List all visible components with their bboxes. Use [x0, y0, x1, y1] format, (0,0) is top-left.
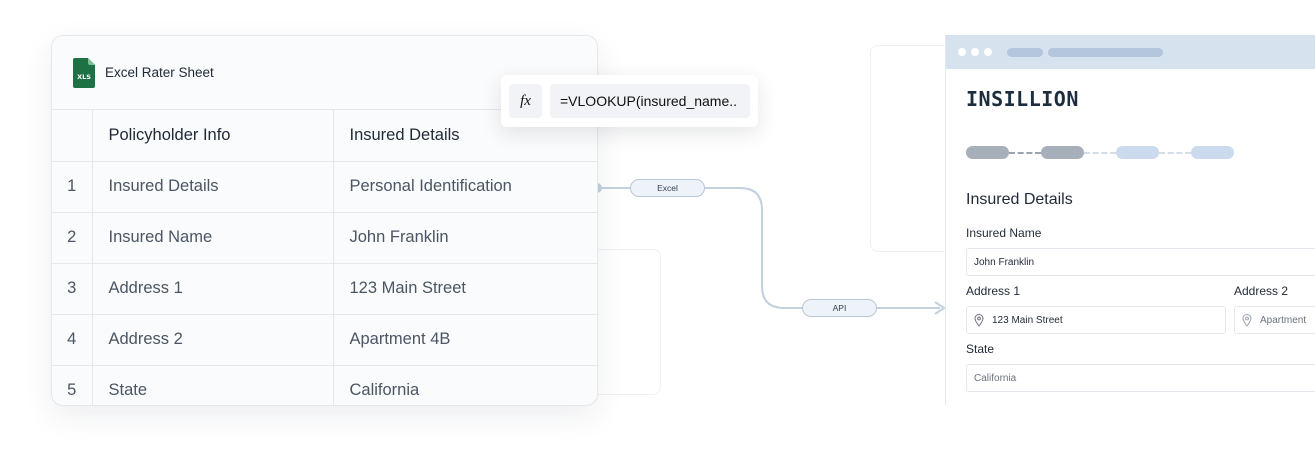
excel-connector-badge: Excel [630, 179, 705, 197]
step-connector [1009, 151, 1041, 154]
window-control-dot[interactable] [971, 48, 979, 56]
address2-placeholder: Apartment [1260, 314, 1307, 326]
background-card [870, 45, 950, 252]
cell-field[interactable]: State [92, 365, 334, 405]
state-field[interactable]: California [966, 364, 1315, 392]
address1-label: Address 1 [966, 284, 1021, 298]
row-number-header [52, 110, 93, 162]
table-row: 1 Insured Details Personal Identificatio… [52, 161, 597, 213]
row-number: 2 [52, 212, 93, 264]
table-row: 4 Address 2 Apartment 4B [52, 314, 597, 366]
cell-field[interactable]: Address 2 [92, 314, 334, 366]
insillion-logo: INSILLION [966, 87, 1079, 111]
svg-text:XLS: XLS [77, 73, 91, 81]
cell-value[interactable]: John Franklin [333, 212, 597, 264]
fx-icon[interactable]: fx [509, 84, 542, 118]
address2-label: Address 2 [1234, 284, 1289, 298]
location-pin-icon [1242, 313, 1252, 327]
location-pin-icon [974, 313, 984, 327]
state-label: State [966, 342, 995, 356]
cell-field[interactable]: Insured Details [92, 161, 334, 213]
cell-field[interactable]: Address 1 [92, 263, 334, 315]
table-row: 3 Address 1 123 Main Street [52, 263, 597, 315]
column-header-policyholder[interactable]: Policyholder Info [92, 110, 334, 162]
browser-title-bar [946, 35, 1315, 69]
table-row: 2 Insured Name John Franklin [52, 212, 597, 264]
step-indicator[interactable] [1116, 146, 1159, 159]
form-title: Insured Details [966, 191, 1073, 208]
cell-value[interactable]: 123 Main Street [333, 263, 597, 315]
formula-input[interactable]: =VLOOKUP(insured_name.. [550, 84, 750, 118]
row-number: 4 [52, 314, 93, 366]
address-bar-placeholder[interactable] [1048, 47, 1163, 57]
xls-file-icon: XLS [73, 57, 95, 88]
row-number: 5 [52, 365, 93, 405]
cell-value[interactable]: Apartment 4B [333, 314, 597, 366]
step-connector [1159, 151, 1191, 154]
window-control-dot[interactable] [984, 48, 992, 56]
window-control-dot[interactable] [958, 48, 966, 56]
row-number: 1 [52, 161, 93, 213]
insured-name-label: Insured Name [966, 226, 1042, 240]
formula-bar: fx =VLOOKUP(insured_name.. [501, 75, 758, 127]
background-card [590, 249, 661, 395]
row-number: 3 [52, 263, 93, 315]
progress-stepper [966, 146, 1234, 159]
address1-field[interactable]: 123 Main Street [966, 306, 1226, 334]
address2-field[interactable]: Apartment [1234, 306, 1315, 334]
insillion-app-window: INSILLION Insured Details Insured Name J… [945, 35, 1315, 405]
sheet-title: Excel Rater Sheet [105, 65, 214, 80]
step-indicator[interactable] [1041, 146, 1084, 159]
cell-value[interactable]: California [333, 365, 597, 405]
insured-name-value: John Franklin [974, 256, 1035, 268]
step-indicator[interactable] [1191, 146, 1234, 159]
insured-name-field[interactable]: John Franklin [966, 248, 1315, 276]
step-indicator[interactable] [966, 146, 1009, 159]
api-connector-badge: API [802, 299, 877, 317]
address1-value: 123 Main Street [992, 314, 1063, 326]
table-row: 5 State California [52, 365, 597, 405]
tab-placeholder[interactable] [1007, 47, 1043, 57]
state-value: California [974, 372, 1017, 384]
cell-field[interactable]: Insured Name [92, 212, 334, 264]
step-connector [1084, 151, 1116, 154]
sheet-grid: Policyholder Info Insured Details 1 Insu… [52, 110, 597, 405]
cell-value[interactable]: Personal Identification [333, 161, 597, 213]
